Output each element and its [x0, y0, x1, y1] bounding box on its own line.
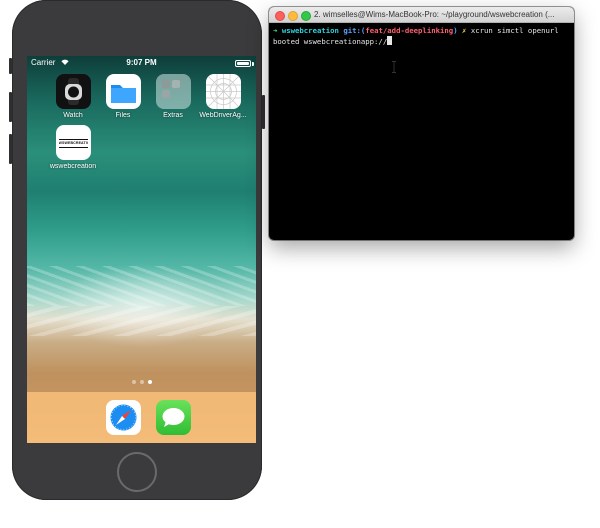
wallpaper-foam-lower [27, 306, 256, 336]
app-label: wswebcreation [49, 163, 97, 170]
messages-icon[interactable] [156, 400, 191, 435]
page-indicator[interactable] [27, 380, 256, 384]
terminal-titlebar[interactable]: 2. wimselles@Wims-MacBook-Pro: ~/playgro… [269, 7, 574, 23]
wswebcreation-icon: WSWEBCREATION [55, 125, 91, 160]
safari-icon[interactable] [106, 400, 141, 435]
home-button[interactable] [117, 452, 157, 492]
webdriveragent-icon [205, 74, 241, 109]
app-webdriveragent[interactable]: WebDriverAg... [198, 74, 248, 119]
page-dot-active[interactable] [147, 380, 152, 384]
files-icon [105, 74, 141, 109]
prompt-arrow: ➜ [273, 26, 278, 35]
ibeam-cursor-icon [392, 61, 396, 73]
prompt-git-suffix: ) [453, 26, 458, 35]
minimize-window-button[interactable] [288, 11, 298, 21]
power-button[interactable] [262, 95, 265, 129]
terminal-line-continuation: booted wswebcreationapp:// [273, 36, 570, 47]
volume-up-button[interactable] [9, 92, 12, 122]
app-label: Extras [163, 112, 183, 119]
home-screen: Carrier 9:07 PM Watch Files Extras WebDr… [27, 56, 256, 443]
status-bar: Carrier 9:07 PM [27, 56, 256, 70]
iphone-simulator: Carrier 9:07 PM Watch Files Extras WebDr… [9, 0, 265, 500]
close-window-button[interactable] [275, 11, 285, 21]
terminal-line-prompt: ➜ wswebcreation git:(feat/add-deeplinkin… [273, 25, 570, 36]
prompt-git-branch: feat/add-deeplinking [365, 26, 454, 35]
terminal-output[interactable]: ➜ wswebcreation git:(feat/add-deeplinkin… [273, 25, 570, 47]
app-label: Files [115, 112, 131, 119]
prompt-git-prefix: git:( [343, 26, 366, 35]
battery-icon [235, 60, 251, 67]
status-time: 9:07 PM [126, 58, 157, 67]
terminal-window: 2. wimselles@Wims-MacBook-Pro: ~/playgro… [269, 7, 574, 240]
battery-tip [252, 62, 254, 66]
prompt-directory: wswebcreation [281, 26, 339, 35]
extras-folder-icon [155, 74, 191, 109]
wswebcreation-logo-text: WSWEBCREATION [58, 139, 88, 148]
zoom-window-button[interactable] [301, 11, 311, 21]
watch-icon [55, 74, 91, 109]
mute-switch[interactable] [9, 58, 12, 74]
volume-down-button[interactable] [9, 134, 12, 164]
text-cursor [387, 36, 393, 45]
app-files[interactable]: Files [98, 74, 148, 119]
dock [27, 392, 256, 443]
app-label: Watch [63, 112, 83, 119]
app-label: WebDriverAg... [199, 112, 247, 119]
app-watch[interactable]: Watch [48, 74, 98, 119]
terminal-title: 2. wimselles@Wims-MacBook-Pro: ~/playgro… [314, 10, 555, 19]
app-wswebcreation[interactable]: WSWEBCREATION wswebcreation [48, 125, 98, 170]
prompt-dirty-marker: ✗ [462, 26, 467, 35]
terminal-command: xcrun simctl openurl [470, 26, 559, 35]
wallpaper-foam [27, 266, 256, 306]
terminal-command-continued: booted wswebcreationapp:// [273, 37, 388, 46]
app-extras-folder[interactable]: Extras [148, 74, 198, 119]
page-dot[interactable] [139, 380, 144, 384]
page-dot[interactable] [131, 380, 136, 384]
